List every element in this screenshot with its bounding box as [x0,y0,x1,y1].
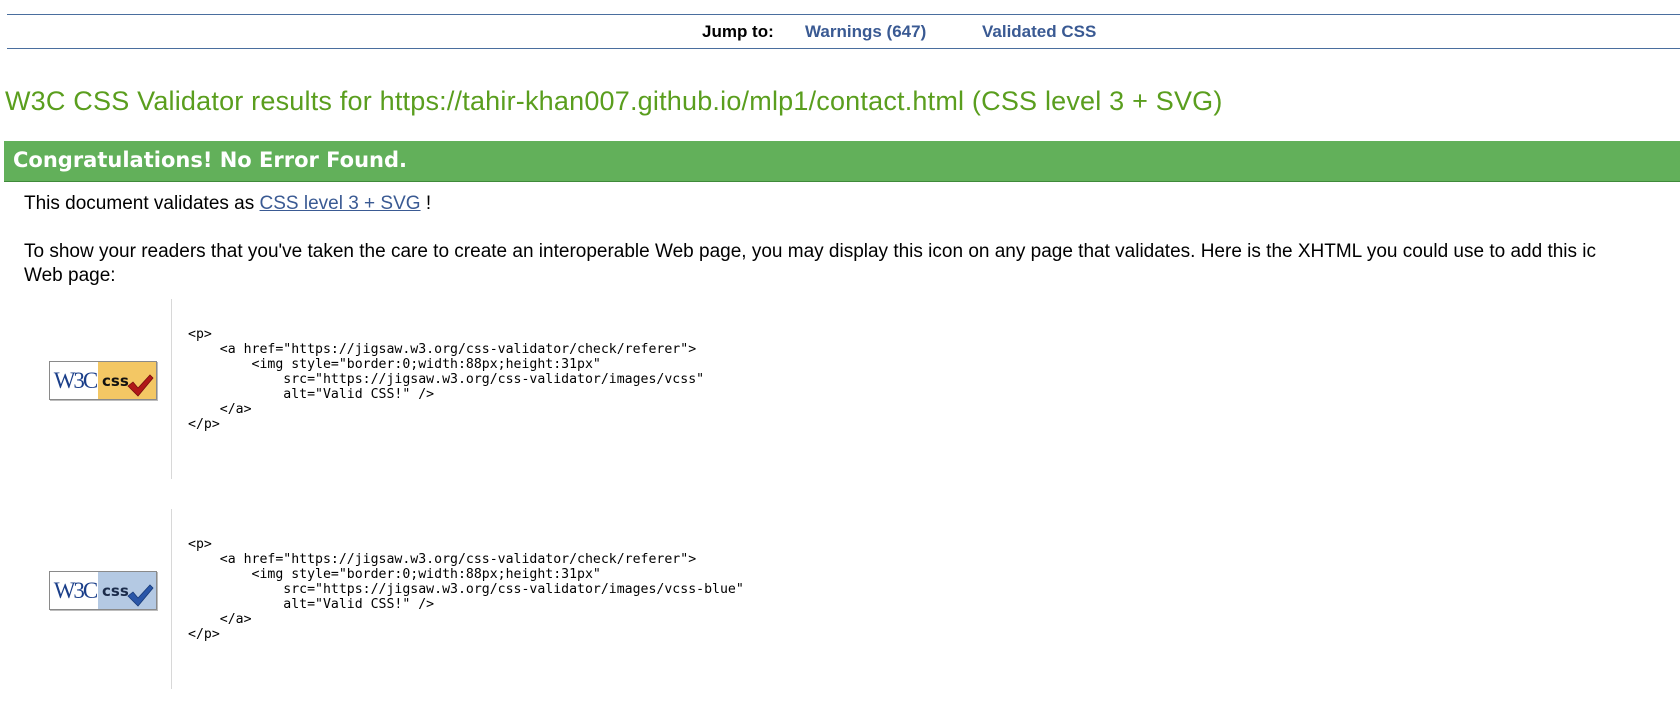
badge-css-text: css [102,371,129,390]
jump-to-label: Jump to: [702,22,774,41]
jump-to-nav: Jump to: Warnings (647) Validated CSS [7,14,1680,49]
badge-css-area: css [98,572,156,609]
w3c-css-valid-gold-icon[interactable]: W3C css [49,361,157,400]
validated-css-link[interactable]: Validated CSS [982,22,1096,42]
code-snippet-gold: <p> <a href="https://jigsaw.w3.org/css-v… [171,299,704,479]
validates-prefix: This document validates as [24,193,260,214]
code-text-blue: <p> <a href="https://jigsaw.w3.org/css-v… [188,537,744,642]
validates-suffix: ! [420,193,432,214]
success-banner-text: Congratulations! No Error Found. [13,148,408,172]
page-title: W3C CSS Validator results for https://ta… [5,86,1223,116]
validator-page: Jump to: Warnings (647) Validated CSS W3… [0,0,1680,711]
code-snippet-blue: <p> <a href="https://jigsaw.w3.org/css-v… [171,509,744,689]
check-icon [127,584,154,607]
badge-w3c-text: W3C [50,362,98,399]
show-icon-line-2: Web page: [24,265,116,286]
w3c-css-valid-blue-icon[interactable]: W3C css [49,571,157,610]
badge-block-blue: W3C css <p> <a href="https://jigsaw.w3.o… [0,509,1680,689]
success-banner: Congratulations! No Error Found. [4,141,1680,182]
validates-paragraph: This document validates as CSS level 3 +… [24,193,431,215]
badge-w3c-text: W3C [50,572,98,609]
badge-css-text: css [102,581,129,600]
warnings-link[interactable]: Warnings (647) [805,22,926,42]
show-icon-line-1: To show your readers that you've taken t… [24,241,1597,262]
css-level-link[interactable]: CSS level 3 + SVG [260,193,421,214]
check-icon [127,374,154,397]
show-icon-paragraph: To show your readers that you've taken t… [24,240,1680,288]
code-text-gold: <p> <a href="https://jigsaw.w3.org/css-v… [188,327,705,432]
badge-block-gold: W3C css <p> <a href="https://jigsaw.w3.o… [0,299,1680,479]
badge-css-area: css [98,362,156,399]
